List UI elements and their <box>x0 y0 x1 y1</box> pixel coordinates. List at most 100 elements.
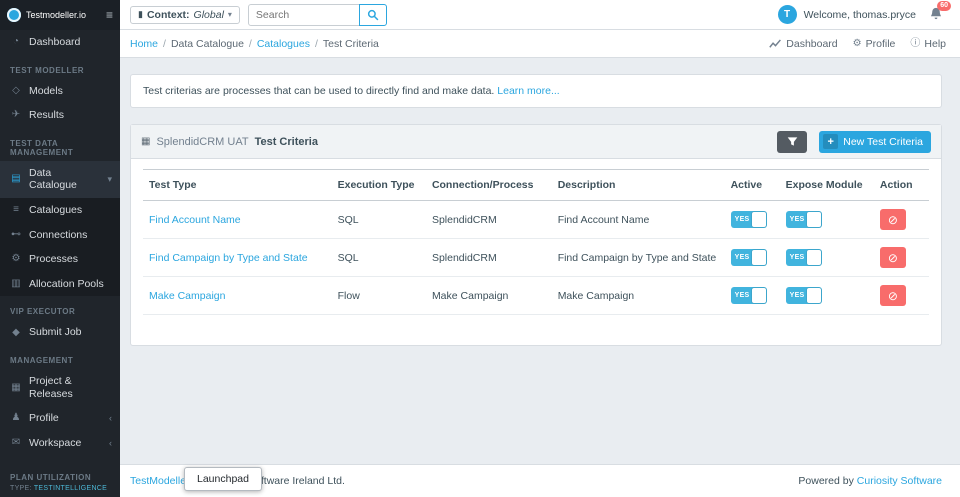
footer-brand-link[interactable]: TestModeller <box>130 475 190 487</box>
breadcrumb-separator: / <box>163 37 166 50</box>
cell-execution-type: Flow <box>331 276 426 315</box>
active-toggle[interactable]: YES <box>730 211 767 228</box>
sidebar-section-vip-executor: VIP EXECUTOR <box>10 307 76 317</box>
sidebar-section-management: MANAGEMENT <box>10 355 74 365</box>
toggle-knob <box>806 212 821 227</box>
powered-by-text: Powered by <box>798 475 857 487</box>
submit-job-icon: ◆ <box>12 326 20 338</box>
context-value: Global <box>193 8 224 21</box>
breadcrumb-current: Test Criteria <box>322 37 379 50</box>
cell-expose-module: YES <box>779 200 874 239</box>
action-label: Dashboard <box>786 37 838 50</box>
sidebar-item-data-catalogue[interactable]: ▤ Data Catalogue ▾ <box>0 160 120 198</box>
sidebar-item-label: Processes <box>29 253 79 266</box>
sidebar-item-processes[interactable]: ⚙ Processes <box>0 247 120 272</box>
search-group <box>247 3 387 26</box>
learn-more-link[interactable]: Learn more... <box>497 85 559 97</box>
active-toggle[interactable]: YES <box>730 287 767 304</box>
delete-button[interactable]: ⊘ <box>879 285 906 306</box>
cell-action: ⊘ <box>873 276 929 315</box>
action-label: Profile <box>865 37 896 50</box>
card-title: Test Criteria <box>254 135 318 148</box>
book-icon: ▮ <box>138 9 143 19</box>
breadcrumb: Home / Data Catalogue / Catalogues / Test Crit… <box>130 38 379 50</box>
card-title-prefix: SplendidCRM UAT <box>156 135 249 148</box>
cell-action: ⊘ <box>873 200 929 239</box>
context-selector[interactable]: ▮ Context: Global ▾ <box>130 5 240 24</box>
breadcrumb-bar: Home / Data Catalogue / Catalogues / Test Crit… <box>120 30 960 58</box>
avatar[interactable]: T <box>777 5 797 24</box>
cell-active: YES <box>724 276 780 315</box>
col-connection-process: Connection/Process <box>425 169 552 201</box>
sidebar-item-connections[interactable]: ⊷ Connections <box>0 222 120 248</box>
brand-name: Testmodeller.io <box>26 10 87 20</box>
test-criteria-table: Test Type Execution Type Connection/Proc… <box>143 169 929 315</box>
content-area: Test criterias are processes that can be… <box>120 58 960 464</box>
processes-icon: ⚙ <box>11 253 21 265</box>
cell-active: YES <box>724 200 780 239</box>
delete-icon: ⊘ <box>887 250 898 265</box>
table-row: Find Campaign by Type and State SQL Sple… <box>143 238 929 277</box>
info-banner: Test criterias are processes that can be… <box>130 74 942 108</box>
sidebar-section-test-modeller: TEST MODELLER <box>10 65 85 75</box>
sidebar-item-label: Workspace <box>29 436 82 449</box>
curiosity-software-link[interactable]: Curiosity Software <box>857 475 942 487</box>
filter-button[interactable] <box>777 130 808 153</box>
sidebar-item-project-releases[interactable]: ▦ Project & Releases <box>0 369 120 406</box>
sidebar-item-profile[interactable]: ♟ Profile ‹ <box>0 406 120 431</box>
breadcrumb-action-profile[interactable]: ⚙ Profile <box>853 38 896 50</box>
expose-module-toggle[interactable]: YES <box>785 211 822 228</box>
sidebar-item-label: Catalogues <box>29 203 83 216</box>
test-type-link[interactable]: Make Campaign <box>149 290 225 302</box>
test-type-link[interactable]: Find Campaign by Type and State <box>149 252 308 264</box>
plan-type-value: TESTINTELLIGENCE <box>33 485 108 492</box>
info-icon: ⓘ <box>910 37 921 49</box>
notifications-button[interactable]: 60 <box>929 1 951 22</box>
sidebar-item-catalogues[interactable]: ≡ Catalogues <box>0 197 120 223</box>
cell-connection: Make Campaign <box>425 276 552 315</box>
context-label: Context: <box>146 8 190 21</box>
sidebar-item-models[interactable]: ◇ Models <box>0 79 120 104</box>
card-body: Test Type Execution Type Connection/Proc… <box>131 159 941 345</box>
sidebar-item-allocation-pools[interactable]: ▥ Allocation Pools <box>0 271 120 297</box>
breadcrumb-action-dashboard[interactable]: Dashboard <box>769 37 838 50</box>
expose-module-toggle[interactable]: YES <box>785 249 822 266</box>
delete-icon: ⊘ <box>887 288 898 303</box>
footer-company-text: Software Ireland Ltd. <box>248 475 345 487</box>
brand-logo-icon <box>7 8 21 22</box>
sidebar-item-submit-job[interactable]: ◆ Submit Job <box>0 320 120 345</box>
breadcrumb-home[interactable]: Home <box>130 38 158 50</box>
table-header-row: Test Type Execution Type Connection/Proc… <box>143 169 929 201</box>
active-toggle[interactable]: YES <box>730 249 767 266</box>
menu-toggle-icon[interactable]: ≡ <box>106 9 113 21</box>
topbar-right: T Welcome, thomas.pryce 60 <box>777 1 951 24</box>
search-icon <box>367 9 379 20</box>
sidebar-item-label: Dashboard <box>29 36 81 48</box>
cell-description: Make Campaign <box>551 276 725 315</box>
sidebar-item-workspace[interactable]: ✉ Workspace ‹ <box>0 431 120 456</box>
cell-test-type: Find Account Name <box>143 200 332 239</box>
data-catalogue-icon: ▤ <box>11 173 21 185</box>
app-window: Testmodeller.io ≡ ◔ Dashboard TEST MODEL… <box>0 0 960 497</box>
footer-powered: Powered by Curiosity Software <box>798 475 942 487</box>
search-button[interactable] <box>358 3 387 26</box>
sidebar-item-label: Allocation Pools <box>29 277 104 290</box>
search-input[interactable] <box>247 3 360 26</box>
delete-icon: ⊘ <box>887 212 898 227</box>
test-type-link[interactable]: Find Account Name <box>149 214 241 226</box>
caret-down-icon: ▾ <box>227 10 232 19</box>
breadcrumb-catalogues[interactable]: Catalogues <box>257 38 310 50</box>
delete-button[interactable]: ⊘ <box>879 247 906 268</box>
sidebar-item-dashboard[interactable]: ◔ Dashboard <box>0 30 120 55</box>
sidebar-item-results[interactable]: ✈ Results <box>0 103 120 128</box>
delete-button[interactable]: ⊘ <box>879 209 906 230</box>
new-test-criteria-button[interactable]: + New Test Criteria <box>819 130 931 153</box>
sidebar-item-label: Connections <box>29 228 88 241</box>
dashboard-icon: ◔ <box>12 36 20 48</box>
cell-connection: SplendidCRM <box>425 200 552 239</box>
expose-module-toggle[interactable]: YES <box>785 287 822 304</box>
cell-active: YES <box>724 238 780 277</box>
sidebar-item-label: Results <box>29 109 65 122</box>
welcome-text: Welcome, thomas.pryce <box>803 8 916 21</box>
breadcrumb-action-help[interactable]: ⓘ Help <box>910 38 946 50</box>
